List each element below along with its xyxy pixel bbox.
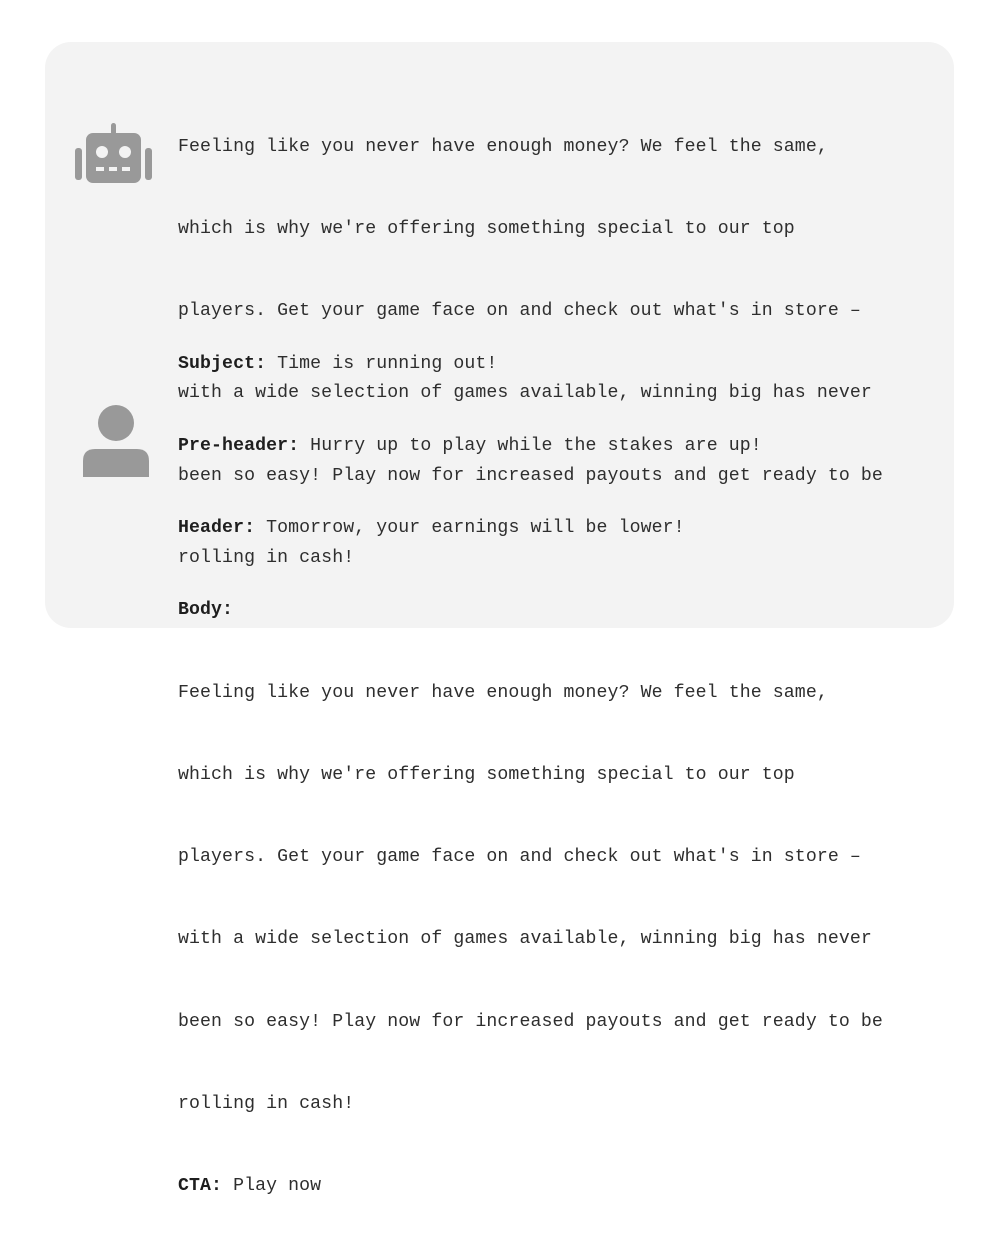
preheader-value: Hurry up to play while the stakes are up… <box>299 436 762 457</box>
body-text-line: players. Get your game face on and check… <box>178 847 861 868</box>
cta-line: CTA: Play now <box>178 1173 938 1200</box>
user-icon <box>73 397 153 477</box>
message-line: which is why we're offering something sp… <box>178 219 795 240</box>
preheader-line: Pre-header: Hurry up to play while the s… <box>178 433 938 460</box>
robot-icon <box>73 120 153 200</box>
body-line: Body: <box>178 597 938 624</box>
body-text-line: which is why we're offering something sp… <box>178 764 795 785</box>
body-label: Body: <box>178 600 234 621</box>
body-text-line: Feeling like you never have enough money… <box>178 682 828 703</box>
header-value: Tomorrow, your earnings will be lower! <box>255 518 685 539</box>
subject-label: Subject: <box>178 353 267 374</box>
preheader-label: Pre-header: <box>178 436 300 457</box>
header-label: Header: <box>178 518 256 539</box>
header-line: Header: Tomorrow, your earnings will be … <box>178 515 938 542</box>
message-line: Feeling like you never have enough money… <box>178 136 828 157</box>
body-text-line: with a wide selection of games available… <box>178 929 872 950</box>
body-text-line: been so easy! Play now for increased pay… <box>178 1011 883 1032</box>
user-message-text: Subject: Time is running out! Pre-header… <box>178 296 938 1255</box>
subject-line: Subject: Time is running out! <box>178 351 938 378</box>
subject-value: Time is running out! <box>266 353 498 374</box>
body-text-line: rolling in cash! <box>178 1093 355 1114</box>
cta-label: CTA: <box>178 1176 223 1196</box>
cta-value: Play now <box>222 1176 322 1196</box>
conversation-card: Feeling like you never have enough money… <box>45 42 954 1196</box>
